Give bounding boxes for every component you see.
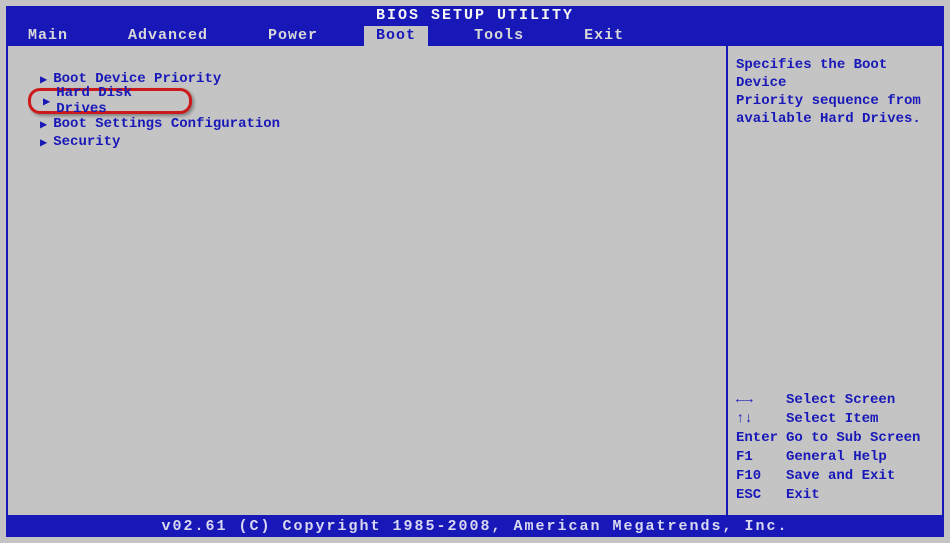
menu-boot[interactable]: Boot [364, 26, 428, 46]
submenu-hard-disk-drives[interactable]: ▶ Hard Disk Drives [28, 88, 192, 114]
menu-advanced[interactable]: Advanced [114, 26, 222, 46]
footer: v02.61 (C) Copyright 1985-2008, American… [6, 517, 944, 537]
bios-title: BIOS SETUP UTILITY [6, 6, 944, 26]
arrow-right-icon: ▶ [43, 94, 50, 109]
submenu-label: Security [53, 134, 120, 150]
submenu-label: Boot Settings Configuration [53, 116, 280, 132]
menu-bar: Main Advanced Power Boot Tools Exit [6, 26, 944, 46]
right-pane: Specifies the Boot Device Priority seque… [728, 46, 942, 515]
submenu-label: Hard Disk Drives [56, 85, 189, 117]
key-help: ←→Select Screen ↑↓Select Item EnterGo to… [736, 391, 934, 505]
menu-power[interactable]: Power [254, 26, 332, 46]
arrow-right-icon: ▶ [40, 117, 47, 132]
help-text: Specifies the Boot Device Priority seque… [736, 56, 934, 128]
left-pane: ▶ Boot Device Priority ▶ Boot Settings C… [8, 46, 728, 515]
menu-main[interactable]: Main [14, 26, 82, 46]
submenu-security[interactable]: ▶ Security [20, 133, 714, 151]
arrow-right-icon: ▶ [40, 135, 47, 150]
menu-exit[interactable]: Exit [570, 26, 638, 46]
arrow-right-icon: ▶ [40, 72, 47, 87]
menu-tools[interactable]: Tools [460, 26, 538, 46]
